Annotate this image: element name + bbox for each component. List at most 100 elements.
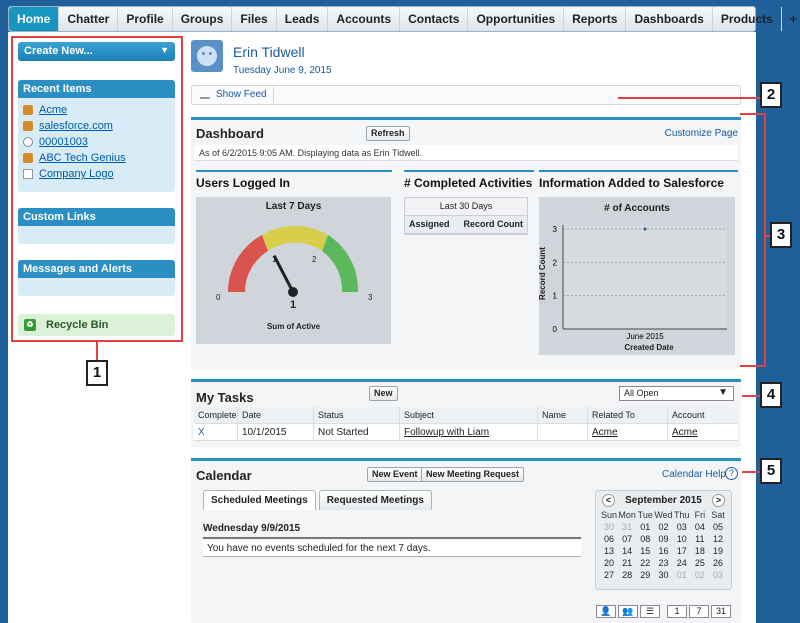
calendar-day[interactable]: 10 bbox=[673, 534, 691, 545]
col-date[interactable]: Date bbox=[238, 407, 314, 423]
tab-requested-meetings[interactable]: Requested Meetings bbox=[318, 490, 432, 510]
tab-files[interactable]: Files bbox=[232, 7, 277, 31]
calendar-day[interactable]: 02 bbox=[691, 570, 709, 581]
col-complete: Complete bbox=[194, 407, 238, 423]
tab-reports[interactable]: Reports bbox=[564, 7, 627, 31]
col-subject[interactable]: Subject bbox=[400, 407, 538, 423]
user-name[interactable]: Erin Tidwell bbox=[233, 44, 305, 60]
complete-task-link[interactable]: X bbox=[198, 427, 205, 438]
callout-2: 2 bbox=[760, 82, 782, 108]
tab-home[interactable]: Home bbox=[9, 7, 60, 31]
single-user-view-icon[interactable]: 👤 bbox=[596, 605, 616, 618]
callout-bracket-3-side bbox=[764, 113, 766, 367]
col-account[interactable]: Account bbox=[668, 407, 738, 423]
show-feed-label: Show Feed bbox=[216, 89, 267, 100]
calendar-day[interactable]: 16 bbox=[654, 546, 672, 557]
tab-profile[interactable]: Profile bbox=[118, 7, 173, 31]
subject-link[interactable]: Followup with Liam bbox=[404, 427, 489, 438]
calendar-day[interactable]: 22 bbox=[636, 558, 654, 569]
tab-dashboards[interactable]: Dashboards bbox=[626, 7, 713, 31]
callout-leader-1 bbox=[96, 342, 98, 360]
callout-leader-4 bbox=[742, 395, 760, 397]
prev-month-chevron-left-icon[interactable]: < bbox=[602, 494, 615, 507]
calendar-day[interactable]: 04 bbox=[691, 522, 709, 533]
multi-user-view-icon[interactable]: 👥 bbox=[618, 605, 638, 618]
tab-scheduled-meetings[interactable]: Scheduled Meetings bbox=[203, 490, 316, 510]
calendar-day[interactable]: 03 bbox=[673, 522, 691, 533]
chart-point bbox=[643, 227, 647, 231]
calendar-day[interactable]: 20 bbox=[600, 558, 618, 569]
table-header: Complete Date Status Subject Name Relate… bbox=[194, 407, 738, 424]
tab-chatter[interactable]: Chatter bbox=[59, 7, 119, 31]
col-related[interactable]: Related To bbox=[588, 407, 668, 423]
calendar-day[interactable]: 13 bbox=[600, 546, 618, 557]
calendar-day[interactable]: 23 bbox=[654, 558, 672, 569]
callout-leader-5 bbox=[742, 471, 760, 473]
mini-calendar-grid: Sun Mon Tue Wed Thu Fri Sat 30 31 01 02 03 04 05 06 07 0… bbox=[596, 510, 731, 581]
calendar-help-link[interactable]: Calendar Help bbox=[662, 469, 726, 480]
calendar-day[interactable]: 09 bbox=[654, 534, 672, 545]
accounts-chart-panel[interactable]: 0 1 2 3 June 2015 # of Accounts Record Count… bbox=[538, 197, 735, 355]
avatar[interactable] bbox=[191, 40, 223, 72]
account-link[interactable]: Acme bbox=[672, 427, 698, 438]
calendar-day[interactable]: 24 bbox=[673, 558, 691, 569]
tab-contacts[interactable]: Contacts bbox=[400, 7, 469, 31]
tasks-table: Complete Date Status Subject Name Relate… bbox=[194, 407, 738, 441]
week-view-button[interactable]: 7 bbox=[689, 605, 709, 618]
help-icon[interactable]: ? bbox=[725, 467, 738, 480]
related-cell: Acme bbox=[588, 424, 668, 440]
calendar-day[interactable]: 03 bbox=[709, 570, 727, 581]
mini-calendar: < September 2015 > Sun Mon Tue Wed Thu Fri Sat… bbox=[595, 490, 732, 590]
calendar-day[interactable]: 11 bbox=[691, 534, 709, 545]
customize-page-link[interactable]: Customize Page bbox=[665, 128, 738, 139]
calendar-day[interactable]: 25 bbox=[691, 558, 709, 569]
calendar-day[interactable]: 05 bbox=[709, 522, 727, 533]
calendar-day[interactable]: 07 bbox=[618, 534, 636, 545]
view-mode-buttons: 👤 👥 ☰ bbox=[596, 605, 662, 618]
related-link[interactable]: Acme bbox=[592, 427, 618, 438]
next-month-chevron-right-icon[interactable]: > bbox=[712, 494, 725, 507]
col-name[interactable]: Name bbox=[538, 407, 588, 423]
calendar-day[interactable]: 27 bbox=[600, 570, 618, 581]
tab-accounts[interactable]: Accounts bbox=[328, 7, 401, 31]
new-meeting-request-button[interactable]: New Meeting Request bbox=[421, 467, 525, 482]
calendar-day[interactable]: 02 bbox=[654, 522, 672, 533]
calendar-day[interactable]: 18 bbox=[691, 546, 709, 557]
calendar-day[interactable]: 21 bbox=[618, 558, 636, 569]
calendar-day[interactable]: 28 bbox=[618, 570, 636, 581]
show-feed-button[interactable]: Show Feed bbox=[194, 87, 274, 103]
col-status[interactable]: Status bbox=[314, 407, 400, 423]
calendar-day[interactable]: 26 bbox=[709, 558, 727, 569]
day-view-button[interactable]: 1 bbox=[667, 605, 687, 618]
date-cell: 10/1/2015 bbox=[238, 424, 314, 440]
calendar-day[interactable]: 12 bbox=[709, 534, 727, 545]
calendar-day[interactable]: 17 bbox=[673, 546, 691, 557]
month-view-button[interactable]: 31 bbox=[711, 605, 731, 618]
new-event-button[interactable]: New Event bbox=[367, 467, 423, 482]
calendar-day[interactable]: 01 bbox=[673, 570, 691, 581]
calendar-day[interactable]: 08 bbox=[636, 534, 654, 545]
calendar-day[interactable]: 01 bbox=[636, 522, 654, 533]
chart-plot-area bbox=[563, 225, 727, 329]
callout-frame-1 bbox=[11, 36, 183, 342]
new-task-button[interactable]: New bbox=[369, 386, 398, 401]
chart-y-tick: 3 bbox=[553, 225, 558, 234]
tab-groups[interactable]: Groups bbox=[173, 7, 233, 31]
tab-opportunities[interactable]: Opportunities bbox=[468, 7, 565, 31]
calendar-day[interactable]: 19 bbox=[709, 546, 727, 557]
calendar-day[interactable]: 29 bbox=[636, 570, 654, 581]
tab-leads[interactable]: Leads bbox=[277, 7, 329, 31]
calendar-day[interactable]: 15 bbox=[636, 546, 654, 557]
calendar-day[interactable]: 31 bbox=[618, 522, 636, 533]
calendar-day[interactable]: 30 bbox=[654, 570, 672, 581]
list-view-icon[interactable]: ☰ bbox=[640, 605, 660, 618]
task-filter-select[interactable]: All Open ▼ bbox=[619, 386, 734, 401]
gauge-panel[interactable]: Last 7 Days 0 1 2 3 1 Sum of Active bbox=[196, 197, 391, 344]
calendar-day[interactable]: 30 bbox=[600, 522, 618, 533]
calendar-day[interactable]: 06 bbox=[600, 534, 618, 545]
add-tab-button[interactable]: + bbox=[782, 7, 800, 31]
refresh-button[interactable]: Refresh bbox=[366, 126, 410, 141]
tab-products[interactable]: Products bbox=[713, 7, 782, 31]
weekday-label: Tue bbox=[637, 510, 653, 520]
calendar-day[interactable]: 14 bbox=[618, 546, 636, 557]
